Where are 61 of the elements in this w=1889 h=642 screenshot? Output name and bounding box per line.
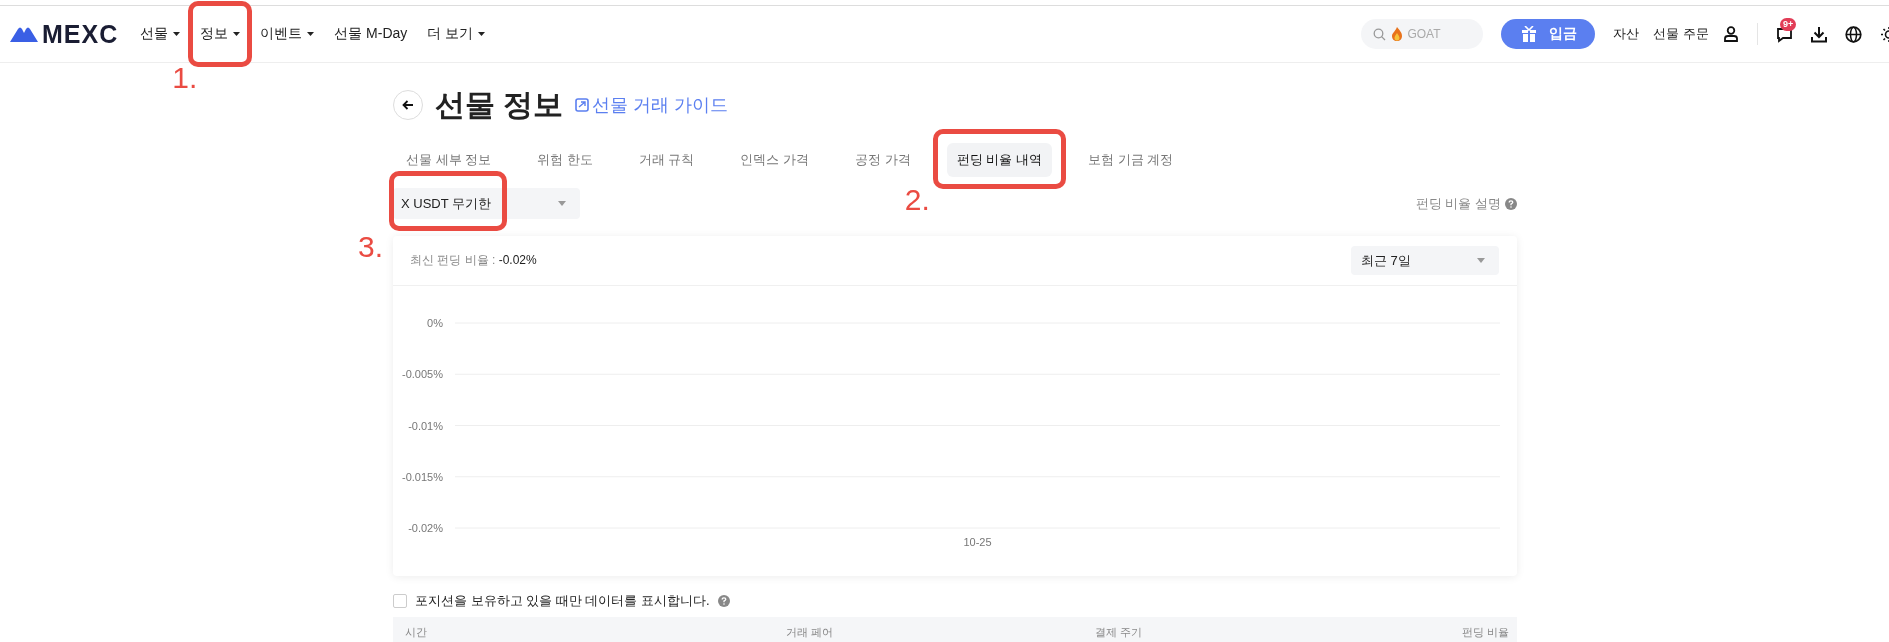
gift-icon bbox=[1521, 26, 1538, 42]
mountain-logo-icon bbox=[10, 26, 38, 42]
caret-icon bbox=[1477, 258, 1485, 263]
tab[interactable]: 선물 세부 정보 bbox=[396, 143, 502, 177]
y-axis-label: -0.02% bbox=[408, 522, 443, 534]
checkbox[interactable] bbox=[393, 594, 407, 608]
nav-menu-item[interactable]: 선물 bbox=[140, 25, 181, 43]
caret-icon bbox=[173, 32, 181, 36]
nav-menu-item[interactable]: 이벤트 bbox=[260, 25, 315, 43]
page-title: 선물 정보 bbox=[435, 86, 564, 123]
nav-menu-item[interactable]: 더 보기 bbox=[427, 25, 486, 43]
top-link[interactable]: 자산 bbox=[1613, 25, 1640, 43]
y-axis-label: -0.015% bbox=[402, 470, 443, 483]
help-icon bbox=[717, 595, 730, 607]
column-header: 펀딩 비율 bbox=[1461, 624, 1509, 640]
search-icon bbox=[1373, 28, 1387, 41]
latest-rate-label: 최신 펀딩 비율 : bbox=[410, 253, 496, 267]
search-field[interactable]: GOAT bbox=[1361, 19, 1484, 49]
tab[interactable]: 보험 기금 계정 bbox=[1077, 143, 1184, 177]
step-number: 1. bbox=[172, 63, 198, 93]
step-number: 2. bbox=[904, 185, 930, 215]
tab[interactable]: 공정 가격 bbox=[845, 143, 921, 177]
column-header: 결제 주기 bbox=[1095, 624, 1144, 640]
guide-icon bbox=[575, 98, 590, 112]
step-number: 3. bbox=[358, 232, 384, 262]
notification-badge: 9+ bbox=[1780, 17, 1797, 31]
period-dropdown[interactable]: 최근 7일 bbox=[1351, 246, 1499, 275]
nav-menu-item[interactable]: 정보 bbox=[200, 25, 241, 43]
tab[interactable]: 위험 한도 bbox=[527, 143, 603, 177]
x-axis-label: 10-25 bbox=[963, 536, 992, 548]
caret-icon bbox=[558, 201, 566, 206]
logo[interactable]: MEXC bbox=[10, 19, 119, 49]
tab[interactable]: 펀딩 비율 내역 bbox=[946, 143, 1052, 177]
column-header: 시간 bbox=[405, 624, 428, 640]
y-axis-label: 0% bbox=[427, 317, 443, 329]
caret-icon bbox=[233, 32, 241, 36]
nav-menu-item[interactable]: 선물 M-Day bbox=[334, 25, 408, 43]
y-axis-label: -0.01% bbox=[408, 419, 443, 432]
globe-icon[interactable] bbox=[1845, 25, 1862, 43]
filter-label: 포지션을 보유하고 있을 때만 데이터를 표시합니다. bbox=[415, 592, 710, 610]
highlight-frame bbox=[188, 1, 253, 67]
column-header: 거래 페어 bbox=[786, 624, 835, 640]
deposit-button[interactable]: 입금 bbox=[1501, 19, 1596, 49]
back-button[interactable] bbox=[393, 90, 423, 120]
sun-icon[interactable] bbox=[1880, 25, 1889, 43]
caret-icon bbox=[478, 32, 486, 36]
flame-icon bbox=[1392, 27, 1403, 41]
user-icon[interactable] bbox=[1723, 26, 1739, 42]
symbol-dropdown[interactable]: X USDT 무기한 bbox=[393, 188, 580, 219]
latest-rate-value: -0.02% bbox=[498, 253, 537, 267]
download-icon[interactable] bbox=[1811, 25, 1827, 43]
guide-link[interactable]: 선물 거래 가이드 bbox=[575, 93, 729, 117]
explain-link[interactable]: 펀딩 비율 설명 bbox=[1415, 194, 1517, 213]
chat-icon[interactable] bbox=[1776, 25, 1793, 43]
caret-icon bbox=[307, 32, 315, 36]
tab[interactable]: 인덱스 가격 bbox=[730, 143, 820, 177]
tab[interactable]: 거래 규칙 bbox=[628, 143, 705, 177]
back-arrow-icon bbox=[402, 100, 414, 110]
y-axis-label: -0.005% bbox=[402, 368, 443, 381]
top-link[interactable]: 선물 주문 bbox=[1653, 25, 1709, 43]
help-icon bbox=[1505, 197, 1517, 210]
